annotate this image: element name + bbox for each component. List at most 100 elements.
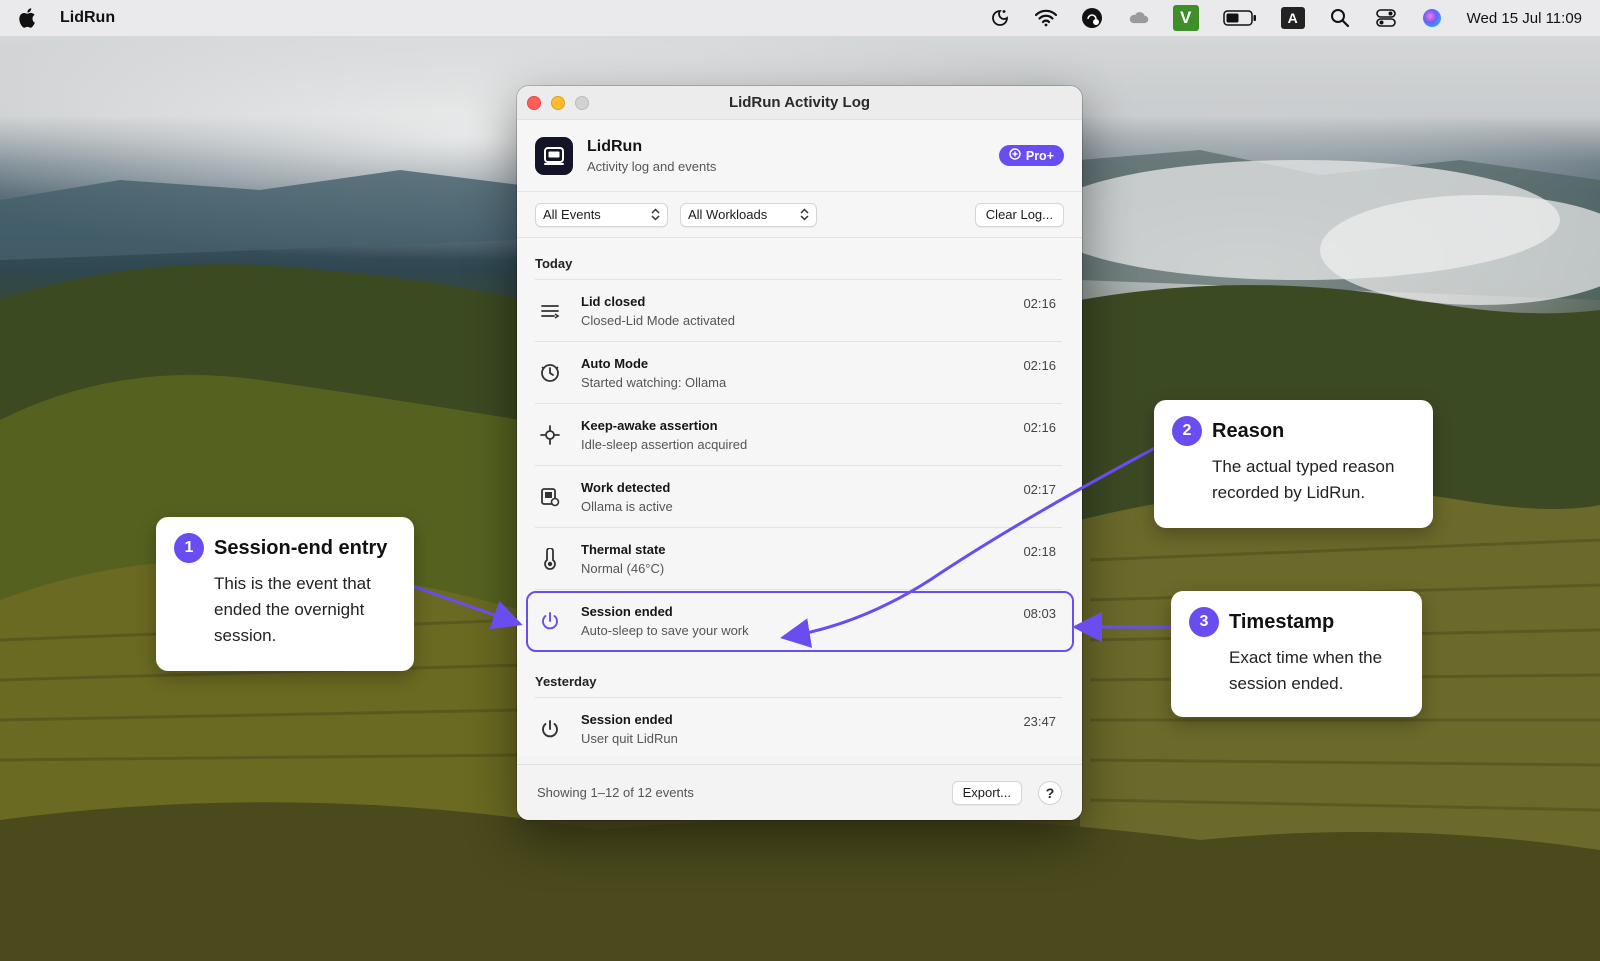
window-title: LidRun Activity Log xyxy=(728,94,871,111)
event-count-label: Showing 1–12 of 12 events xyxy=(537,785,694,800)
assertion-icon xyxy=(535,420,565,450)
activity-log-window: LidRun Activity Log LidRun Activity log … xyxy=(517,86,1082,820)
event-subtitle: Idle-sleep assertion acquired xyxy=(581,436,748,452)
event-row-work-detected[interactable]: Work detected Ollama is active 02:17 xyxy=(535,466,1062,528)
workloads-filter-select[interactable]: All Workloads xyxy=(680,202,817,227)
callout-title: Session-end entry xyxy=(214,536,388,559)
callout-number: 1 xyxy=(174,533,204,563)
event-subtitle: Normal (46°C) xyxy=(581,560,665,576)
callout-body: Exact time when the session ended. xyxy=(1229,648,1383,693)
events-filter-select[interactable]: All Events xyxy=(535,202,668,227)
wifi-icon[interactable] xyxy=(1034,7,1057,29)
v-app-label: V xyxy=(1179,8,1192,27)
callout-reason: 2 Reason The actual typed reason recorde… xyxy=(1154,400,1433,528)
event-row-session-ended-today[interactable]: Session ended Auto-sleep to save your wo… xyxy=(526,590,1074,652)
lidrun-logo-icon xyxy=(535,136,573,175)
callout-number: 2 xyxy=(1172,416,1202,446)
zoom-button[interactable] xyxy=(575,96,589,110)
status-menu-area: V A Wed 15 Jul 11:09 xyxy=(989,5,1582,31)
event-subtitle: Auto-sleep to save your work xyxy=(581,623,749,638)
event-title: Thermal state xyxy=(581,541,666,557)
event-text: Work detected Ollama is active xyxy=(581,480,673,514)
event-subtitle: Closed-Lid Mode activated xyxy=(581,312,735,328)
event-title: Work detected xyxy=(581,479,671,495)
callout-header: 3 Timestamp xyxy=(1189,607,1404,637)
event-time: 02:17 xyxy=(1023,482,1056,497)
event-list: Today Lid closed Closed-Lid Mode activat… xyxy=(517,238,1082,756)
status-app-icon[interactable] xyxy=(1081,7,1103,29)
callout-header: 1 Session-end entry xyxy=(174,533,396,563)
input-source-icon[interactable]: A xyxy=(1280,7,1305,29)
event-time: 08:03 xyxy=(1023,606,1056,621)
callout-session-end-entry: 1 Session-end entry This is the event th… xyxy=(156,517,414,671)
help-button[interactable]: ? xyxy=(1038,780,1062,805)
event-row-lid-closed[interactable]: Lid closed Closed-Lid Mode activated 02:… xyxy=(535,280,1062,342)
app-header: LidRun Activity log and events Pro+ xyxy=(517,120,1082,192)
export-button[interactable]: Export... xyxy=(951,780,1022,805)
menu-bar: LidRun V A Wed 15 Jul 11:09 xyxy=(0,0,1600,36)
power-icon xyxy=(535,606,565,636)
minimize-button[interactable] xyxy=(551,96,565,110)
event-title: Lid closed xyxy=(581,293,646,309)
thermal-icon xyxy=(535,544,565,574)
siri-icon[interactable] xyxy=(1421,7,1443,29)
callout-body: This is the event that ended the overnig… xyxy=(214,574,371,645)
event-row-thermal-state[interactable]: Thermal state Normal (46°C) 02:18 xyxy=(535,528,1062,590)
lid-icon xyxy=(535,296,565,326)
event-row-auto-mode[interactable]: Auto Mode Started watching: Ollama 02:16 xyxy=(535,342,1062,404)
pro-plus-badge[interactable]: Pro+ xyxy=(998,145,1064,166)
event-text: Auto Mode Started watching: Ollama xyxy=(581,356,726,390)
event-row-session-ended-yesterday[interactable]: Session ended User quit LidRun 23:47 xyxy=(535,698,1062,760)
auto-mode-icon xyxy=(535,358,565,388)
clear-log-button[interactable]: Clear Log... xyxy=(974,202,1064,227)
section-yesterday-label: Yesterday xyxy=(535,652,1062,698)
event-time: 02:16 xyxy=(1023,358,1056,373)
event-time: 02:16 xyxy=(1023,420,1056,435)
callout-number: 3 xyxy=(1189,607,1219,637)
apple-icon[interactable] xyxy=(18,7,40,29)
event-title: Session ended xyxy=(581,604,673,619)
battery-icon[interactable] xyxy=(1222,7,1257,29)
callout-title: Timestamp xyxy=(1229,610,1335,633)
event-time: 23:47 xyxy=(1023,714,1056,729)
event-subtitle: Started watching: Ollama xyxy=(581,374,727,390)
cloud-icon[interactable] xyxy=(1127,7,1149,29)
event-time: 02:16 xyxy=(1023,296,1056,311)
chevron-updown-icon xyxy=(800,208,809,221)
event-subtitle: User quit LidRun xyxy=(581,731,678,746)
event-time: 02:18 xyxy=(1023,544,1056,559)
events-filter-value: All Events xyxy=(543,207,601,222)
app-subtitle: Activity log and events xyxy=(587,158,717,174)
app-names: LidRun Activity log and events xyxy=(587,138,716,174)
callout-body: The actual typed reason recorded by LidR… xyxy=(1212,457,1395,502)
filter-toolbar: All Events All Workloads Clear Log... xyxy=(517,192,1082,238)
chevron-updown-icon xyxy=(651,208,660,221)
traffic-lights xyxy=(527,96,589,110)
callout-timestamp: 3 Timestamp Exact time when the session … xyxy=(1171,591,1422,717)
work-icon xyxy=(535,482,565,512)
event-text: Keep-awake assertion Idle-sleep assertio… xyxy=(581,418,747,452)
event-title: Keep-awake assertion xyxy=(581,417,718,433)
close-button[interactable] xyxy=(527,96,541,110)
pro-badge-label: Pro+ xyxy=(1025,148,1054,163)
app-title: LidRun xyxy=(587,137,643,155)
event-text: Lid closed Closed-Lid Mode activated xyxy=(581,294,735,328)
event-row-keep-awake[interactable]: Keep-awake assertion Idle-sleep assertio… xyxy=(535,404,1062,466)
control-center-icon[interactable] xyxy=(1375,7,1397,29)
menubar-app-name[interactable]: LidRun xyxy=(60,9,115,27)
callout-title: Reason xyxy=(1212,419,1285,442)
power-icon xyxy=(535,714,565,744)
window-titlebar[interactable]: LidRun Activity Log xyxy=(517,86,1082,120)
workloads-filter-value: All Workloads xyxy=(688,207,768,222)
v-app-icon[interactable]: V xyxy=(1172,5,1199,31)
event-subtitle: Ollama is active xyxy=(581,498,673,514)
menubar-clock[interactable]: Wed 15 Jul 11:09 xyxy=(1467,10,1582,27)
event-title: Auto Mode xyxy=(581,355,649,371)
night-mode-icon[interactable] xyxy=(989,7,1011,29)
window-footer: Showing 1–12 of 12 events Export... ? xyxy=(517,764,1082,820)
event-text: Thermal state Normal (46°C) xyxy=(581,542,666,576)
search-icon[interactable] xyxy=(1329,7,1351,29)
plus-circle-icon xyxy=(1009,148,1021,163)
section-today-label: Today xyxy=(535,238,1062,280)
event-text: Session ended Auto-sleep to save your wo… xyxy=(581,604,749,638)
